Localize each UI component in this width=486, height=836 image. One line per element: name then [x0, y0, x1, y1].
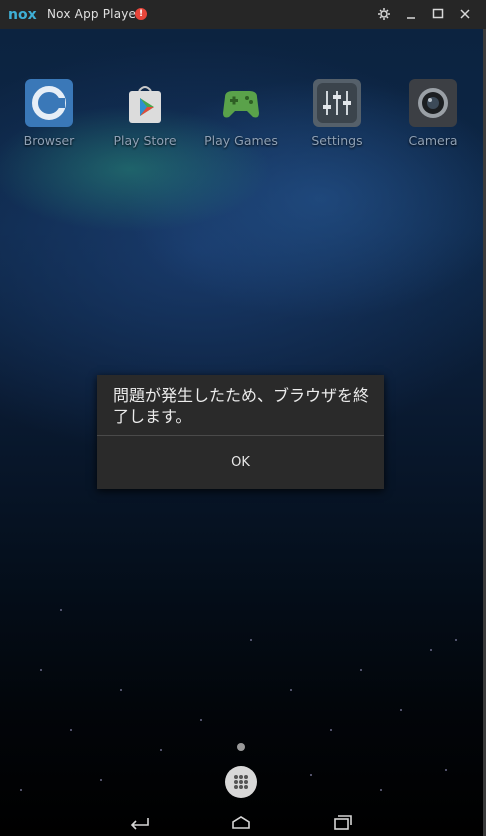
app-label: Settings — [311, 133, 363, 148]
camera-icon — [409, 79, 457, 127]
app-play-games[interactable]: Play Games — [193, 79, 289, 159]
app-play-store[interactable]: Play Store — [97, 79, 193, 159]
back-icon[interactable] — [120, 810, 160, 834]
app-drawer-icon — [234, 775, 248, 789]
home-icon[interactable] — [221, 810, 261, 834]
alert-badge-icon[interactable]: ! — [135, 8, 147, 20]
page-indicator — [237, 743, 245, 751]
window-titlebar: nox Nox App Player ! — [0, 0, 486, 29]
app-drawer-button[interactable] — [225, 766, 257, 798]
play-store-icon — [121, 79, 169, 127]
ok-button[interactable]: OK — [97, 436, 384, 489]
settings-icon — [313, 79, 361, 127]
app-browser[interactable]: Browser — [1, 79, 97, 159]
dialog-message: 問題が発生したため、ブラウザを終了します。 — [113, 386, 370, 426]
navigation-bar — [0, 808, 483, 836]
app-crash-dialog: 問題が発生したため、ブラウザを終了します。 OK — [97, 375, 384, 489]
recents-icon[interactable] — [321, 810, 361, 834]
browser-icon — [25, 79, 73, 127]
app-label: Play Store — [113, 133, 177, 148]
app-label: Camera — [408, 133, 458, 148]
window-title: Nox App Player — [47, 7, 142, 21]
nox-logo: nox — [8, 7, 37, 22]
maximize-icon[interactable] — [427, 4, 449, 24]
app-settings[interactable]: Settings — [289, 79, 385, 159]
app-camera[interactable]: Camera — [385, 79, 481, 159]
close-icon[interactable] — [454, 4, 476, 24]
play-games-icon — [217, 79, 265, 127]
android-home-screen: Browser Play Store Play Games Settings C… — [0, 29, 483, 836]
minimize-icon[interactable] — [400, 4, 422, 24]
settings-gear-icon[interactable] — [373, 4, 395, 24]
app-label: Play Games — [204, 133, 278, 148]
app-label: Browser — [23, 133, 75, 148]
svg-text:nox: nox — [8, 7, 37, 22]
